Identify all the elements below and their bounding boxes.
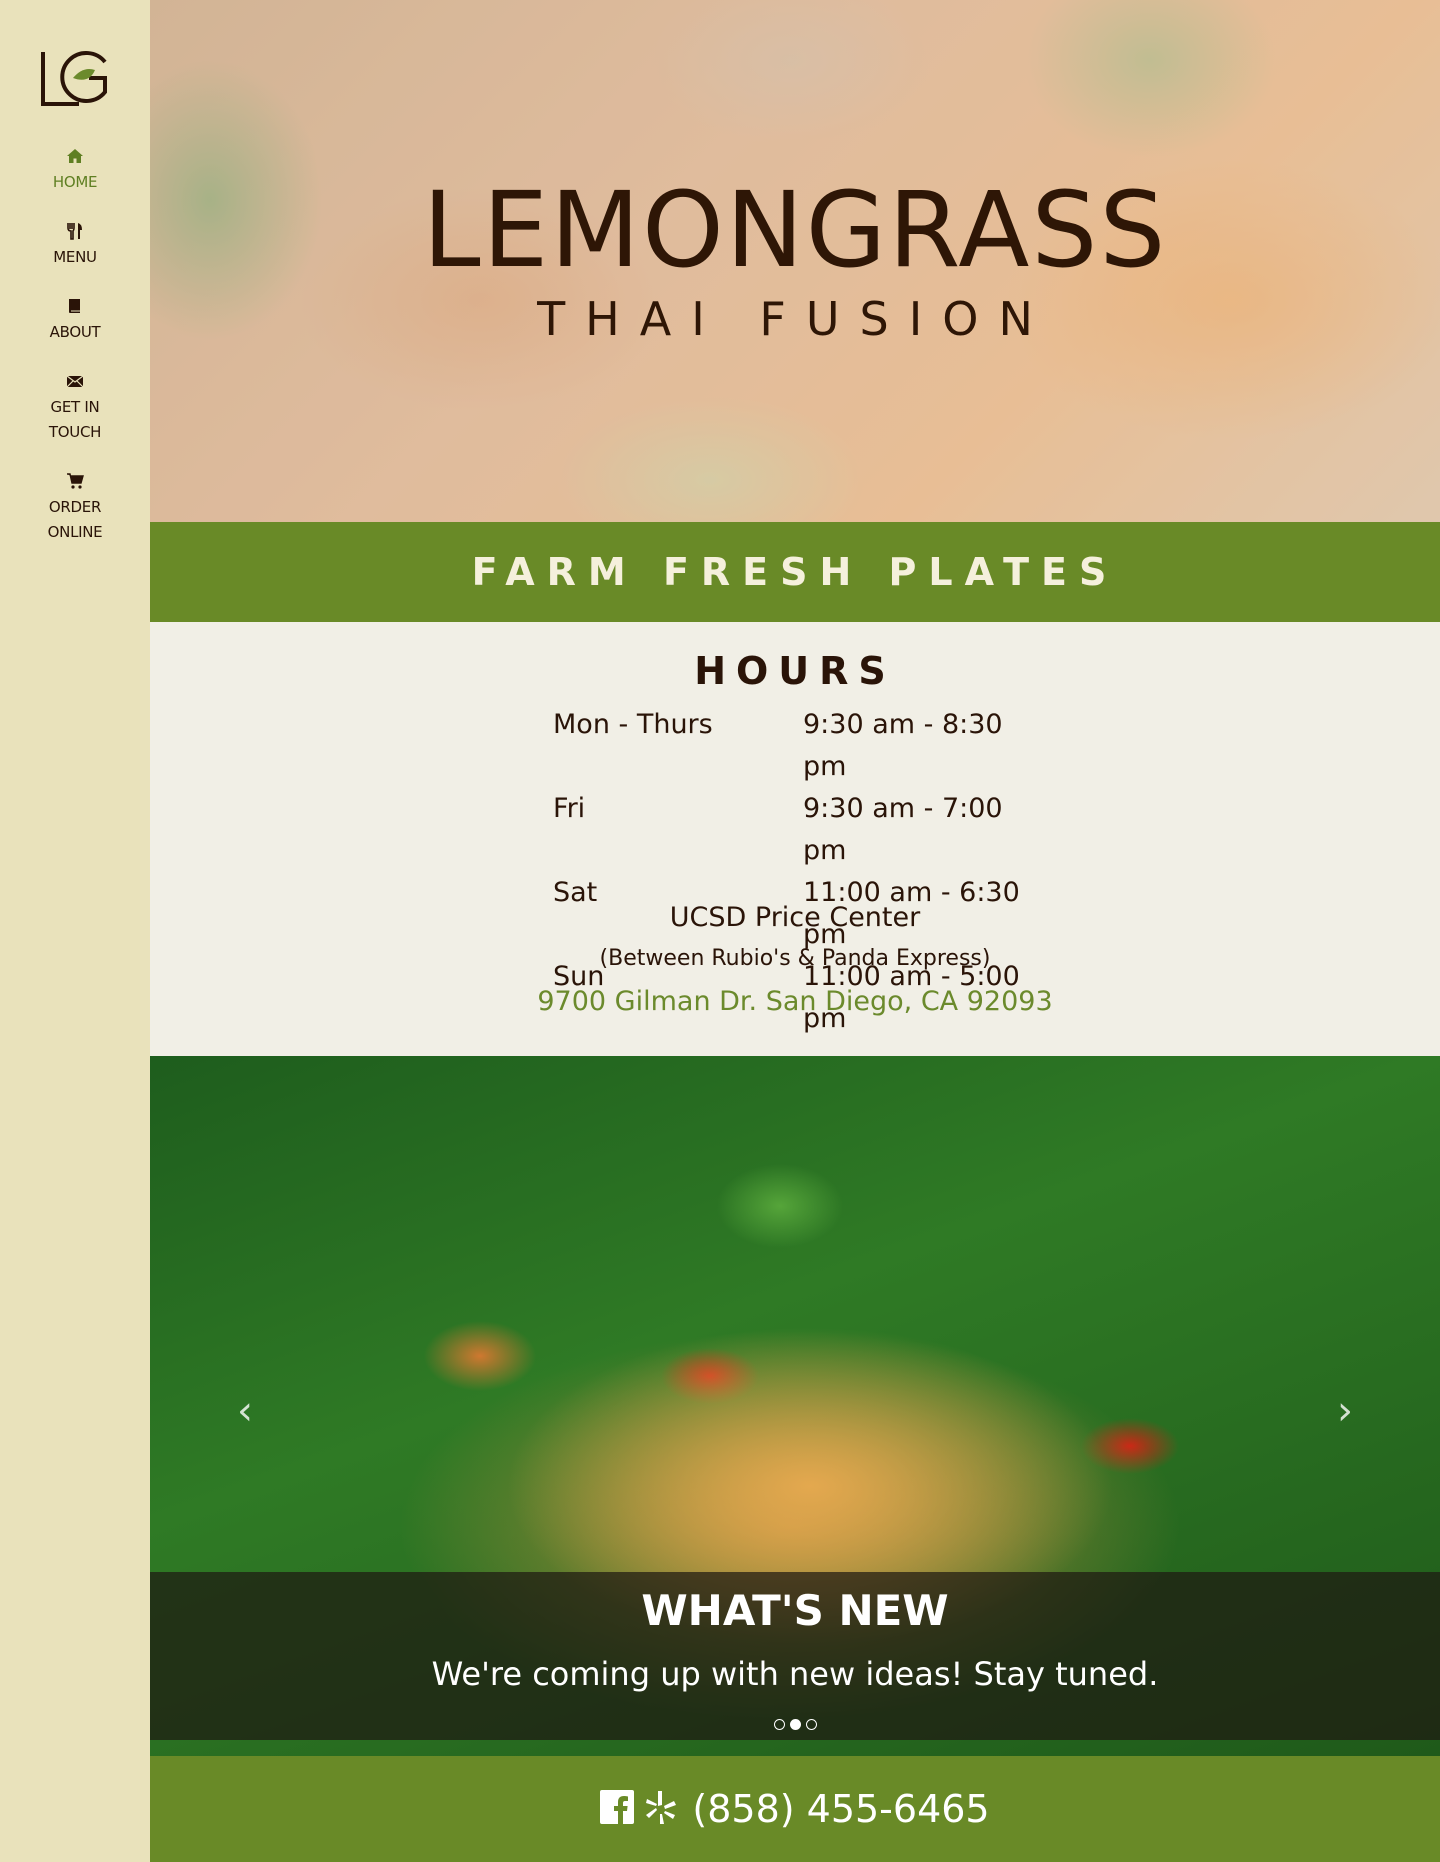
brand-logo: LEMONGRASS THAI FUSION	[150, 178, 1440, 344]
facebook-link[interactable]	[600, 1790, 635, 1828]
phone-link[interactable]: (858) 455-6465	[692, 1787, 989, 1831]
hero-banner: LEMONGRASS THAI FUSION	[150, 0, 1440, 522]
sidebar-item-menu[interactable]: MENU	[0, 221, 150, 270]
lg-monogram-logo[interactable]	[39, 48, 111, 108]
hours-section: HOURS Mon - Thurs 9:30 am - 8:30 pm Fri …	[150, 622, 1440, 1056]
carousel-prev-button[interactable]: ‹	[225, 1386, 265, 1436]
fork-knife-icon	[0, 221, 150, 241]
hours-row: Fri 9:30 am - 7:00 pm	[553, 788, 1053, 872]
sidebar-nav: HOME MENU ABOUT GET IN TOUCH ORDER ONLIN…	[0, 146, 150, 571]
carousel-indicators	[150, 1719, 1440, 1730]
sidebar-item-label: GET IN TOUCH	[48, 398, 102, 441]
facebook-icon	[600, 1790, 635, 1824]
brand-subtitle: THAI FUSION	[537, 292, 1053, 346]
hours-time: 9:30 am - 8:30 pm	[803, 709, 1003, 782]
chevron-left-icon: ‹	[237, 1388, 253, 1434]
envelope-icon	[0, 371, 150, 391]
tagline-band: FARM FRESH PLATES	[150, 522, 1440, 622]
sidebar-item-label: MENU	[53, 248, 97, 266]
sidebar-item-home[interactable]: HOME	[0, 146, 150, 195]
hours-time: 9:30 am - 7:00 pm	[803, 793, 1003, 866]
home-icon	[0, 146, 150, 166]
venue-name: UCSD Price Center	[669, 902, 921, 933]
whats-new-carousel: ‹ › WHAT'S NEW We're coming up with new …	[150, 1056, 1440, 1756]
sidebar-item-about[interactable]: ABOUT	[0, 296, 150, 345]
yelp-icon	[646, 1791, 677, 1824]
hours-title: HOURS	[694, 649, 896, 693]
chevron-right-icon: ›	[1337, 1388, 1353, 1434]
brand-title: LEMONGRASS	[422, 169, 1168, 291]
carousel-dot[interactable]	[773, 1719, 785, 1730]
sidebar-item-order-online[interactable]: ORDER ONLINE	[0, 471, 150, 545]
hours-day: Fri	[553, 793, 586, 824]
sidebar-item-label: ORDER ONLINE	[47, 498, 103, 541]
sidebar: HOME MENU ABOUT GET IN TOUCH ORDER ONLIN…	[0, 0, 150, 1862]
yelp-link[interactable]	[644, 1789, 678, 1829]
address-link[interactable]: 9700 Gilman Dr. San Diego, CA 92093	[150, 982, 1440, 1022]
sidebar-item-label: HOME	[52, 173, 98, 191]
sidebar-item-label: ABOUT	[49, 323, 101, 341]
caption-title: WHAT'S NEW	[641, 1586, 949, 1635]
book-icon	[0, 296, 150, 316]
carousel-next-button[interactable]: ›	[1325, 1386, 1365, 1436]
tagline-text: FARM FRESH PLATES	[471, 550, 1119, 594]
hours-day: Mon - Thurs	[553, 709, 713, 740]
footer: (858) 455-6465	[150, 1756, 1440, 1862]
carousel-caption: WHAT'S NEW We're coming up with new idea…	[150, 1572, 1440, 1740]
sidebar-item-get-in-touch[interactable]: GET IN TOUCH	[0, 371, 150, 445]
venue-note: (Between Rubio's & Panda Express)	[599, 946, 991, 971]
cart-icon	[0, 471, 150, 491]
carousel-dot-active[interactable]	[789, 1719, 801, 1730]
hours-row: Mon - Thurs 9:30 am - 8:30 pm	[553, 704, 1053, 788]
carousel-dot[interactable]	[805, 1719, 817, 1730]
caption-text: We're coming up with new ideas! Stay tun…	[431, 1655, 1159, 1693]
